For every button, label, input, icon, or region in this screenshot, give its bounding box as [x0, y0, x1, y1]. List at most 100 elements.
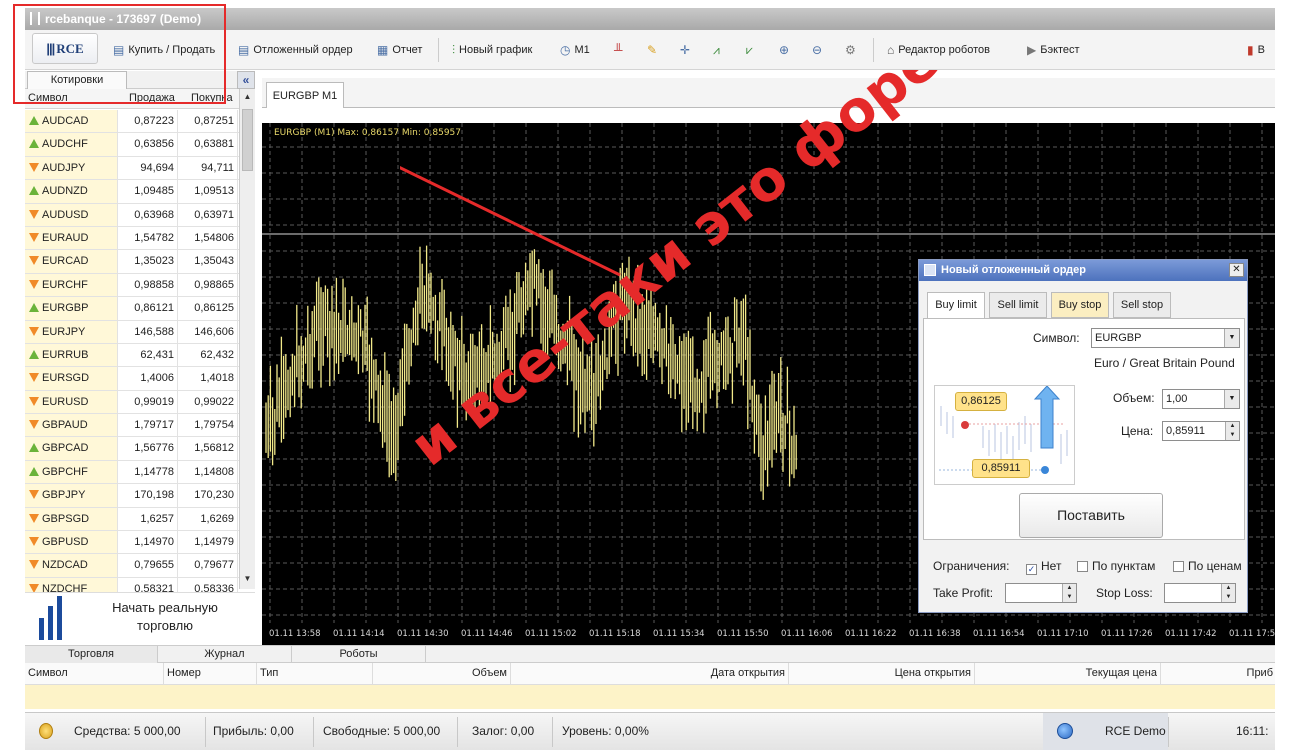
timeframe-button[interactable]: ◷ M1 — [560, 41, 590, 59]
stop-loss-stepper[interactable]: ▲ ▼ — [1164, 583, 1236, 603]
quote-buy-price[interactable]: 1,79754 — [178, 414, 238, 437]
quote-row[interactable]: NZDCHF 0,58321 0,58336 — [25, 577, 239, 592]
new-chart-button[interactable]: ⫶ Новый график — [452, 41, 532, 59]
quote-row[interactable]: GBPUSD 1,14970 1,14979 — [25, 531, 239, 555]
quote-sell-price[interactable]: 1,14970 — [118, 531, 178, 554]
quote-sell-price[interactable]: 0,86121 — [118, 297, 178, 320]
quote-buy-price[interactable]: 0,79677 — [178, 554, 238, 577]
col-open-price[interactable]: Цена открытия — [789, 663, 975, 685]
quote-sell-price[interactable]: 170,198 — [118, 484, 178, 507]
pending-order-button[interactable]: ▤ Отложенный ордер — [238, 41, 353, 59]
tab-trading[interactable]: Торговля — [25, 646, 158, 663]
quote-sell-price[interactable]: 1,56776 — [118, 437, 178, 460]
tab-buy-limit[interactable]: Buy limit — [927, 292, 985, 320]
col-type[interactable]: Тип — [257, 663, 373, 685]
quote-buy-price[interactable]: 0,98865 — [178, 273, 238, 297]
quote-buy-price[interactable]: 146,606 — [178, 320, 238, 343]
quote-buy-price[interactable]: 1,35043 — [178, 250, 238, 273]
quote-row[interactable]: EURJPY 146,588 146,606 — [25, 320, 239, 344]
checkbox-icon[interactable] — [1077, 561, 1088, 572]
quote-sell-price[interactable]: 1,54782 — [118, 226, 178, 250]
crosshair-button[interactable]: ✛ — [680, 41, 694, 59]
quote-buy-price[interactable]: 0,63881 — [178, 133, 238, 156]
quote-sell-price[interactable]: 0,79655 — [118, 554, 178, 577]
remove-indicator-button[interactable]: ⩗ — [746, 41, 757, 59]
quote-row[interactable]: GBPCHF 1,14778 1,14808 — [25, 460, 239, 485]
quote-buy-price[interactable]: 1,09513 — [178, 180, 238, 203]
option-points[interactable]: По пунктам — [1077, 559, 1155, 573]
cut-off-button[interactable]: ▮ В — [1247, 41, 1265, 59]
quote-buy-price[interactable]: 0,63971 — [178, 203, 238, 226]
tab-eurgbp-m1[interactable]: EURGBP M1 — [266, 82, 344, 108]
chart-type-button[interactable]: ╨ — [614, 41, 627, 59]
stepper-arrows-icon[interactable]: ▲ ▼ — [1225, 422, 1239, 440]
quote-row[interactable]: GBPJPY 170,198 170,230 — [25, 484, 239, 508]
symbol-select[interactable]: EURGBP ▼ — [1091, 328, 1240, 348]
quote-row[interactable]: EURCAD 1,35023 1,35043 — [25, 250, 239, 274]
col-profit[interactable]: Приб — [1161, 663, 1275, 685]
quote-buy-price[interactable]: 94,711 — [178, 156, 238, 180]
quote-row[interactable]: GBPCAD 1,56776 1,56812 — [25, 437, 239, 461]
quote-row[interactable]: AUDCAD 0,87223 0,87251 — [25, 110, 239, 134]
quote-sell-price[interactable]: 62,431 — [118, 343, 178, 367]
quote-row[interactable]: AUDCHF 0,63856 0,63881 — [25, 133, 239, 157]
quote-sell-price[interactable]: 1,09485 — [118, 180, 178, 203]
quote-row[interactable]: AUDJPY 94,694 94,711 — [25, 156, 239, 181]
quote-sell-price[interactable]: 1,4006 — [118, 367, 178, 390]
quote-buy-price[interactable]: 1,14808 — [178, 460, 238, 484]
scroll-up-icon[interactable]: ▲ — [242, 91, 253, 103]
quote-row[interactable]: AUDNZD 1,09485 1,09513 — [25, 180, 239, 204]
start-real-trading-button[interactable]: Начать реальную торговлю — [25, 592, 255, 642]
quote-sell-price[interactable]: 0,58321 — [118, 577, 178, 592]
robot-editor-button[interactable]: ⌂ Редактор роботов — [887, 41, 990, 59]
quote-buy-price[interactable]: 1,14979 — [178, 531, 238, 554]
quote-sell-price[interactable]: 94,694 — [118, 156, 178, 180]
quote-sell-price[interactable]: 1,6257 — [118, 507, 178, 531]
quote-row[interactable]: GBPSGD 1,6257 1,6269 — [25, 507, 239, 532]
option-prices[interactable]: По ценам — [1173, 559, 1242, 573]
quote-buy-price[interactable]: 0,99022 — [178, 390, 238, 414]
quote-sell-price[interactable]: 0,63968 — [118, 203, 178, 226]
quote-sell-price[interactable]: 1,35023 — [118, 250, 178, 273]
price-stepper[interactable]: 0,85911 ▲ ▼ — [1162, 421, 1240, 441]
quote-row[interactable]: EURSGD 1,4006 1,4018 — [25, 367, 239, 391]
take-profit-stepper[interactable]: ▲ ▼ — [1005, 583, 1077, 603]
draw-pencil-button[interactable]: ✎ — [647, 41, 661, 59]
quote-buy-price[interactable]: 0,58336 — [178, 577, 238, 592]
quote-row[interactable]: EURGBP 0,86121 0,86125 — [25, 297, 239, 321]
quote-buy-price[interactable]: 1,56812 — [178, 437, 238, 460]
backtest-button[interactable]: ▶ Бэктест — [1027, 41, 1080, 59]
quote-sell-price[interactable]: 0,63856 — [118, 133, 178, 156]
col-number[interactable]: Номер — [164, 663, 257, 685]
tab-sell-limit[interactable]: Sell limit — [989, 292, 1047, 318]
quote-row[interactable]: AUDUSD 0,63968 0,63971 — [25, 203, 239, 227]
col-current-price[interactable]: Текущая цена — [975, 663, 1161, 685]
chevron-down-icon[interactable]: ▼ — [1224, 329, 1239, 347]
quote-sell-price[interactable]: 0,87223 — [118, 110, 178, 133]
option-none[interactable]: ✓ Нет — [1026, 559, 1061, 575]
quote-buy-price[interactable]: 1,54806 — [178, 226, 238, 250]
checkbox-checked-icon[interactable]: ✓ — [1026, 564, 1037, 575]
col-symbol[interactable]: Символ — [25, 663, 164, 685]
quote-row[interactable]: EURRUB 62,431 62,432 — [25, 343, 239, 368]
quote-sell-price[interactable]: 146,588 — [118, 320, 178, 343]
quote-buy-price[interactable]: 170,230 — [178, 484, 238, 507]
quote-row[interactable]: GBPAUD 1,79717 1,79754 — [25, 414, 239, 438]
volume-chevron-down-icon[interactable]: ▼ — [1224, 390, 1239, 408]
settings-button[interactable]: ⚙ — [845, 41, 860, 59]
quote-buy-price[interactable]: 0,87251 — [178, 110, 238, 133]
quote-sell-price[interactable]: 0,99019 — [118, 390, 178, 414]
stepper-arrows-icon[interactable]: ▲ ▼ — [1062, 584, 1076, 602]
tab-robots[interactable]: Роботы — [292, 646, 426, 663]
quote-row[interactable]: EURCHF 0,98858 0,98865 — [25, 273, 239, 298]
col-open-date[interactable]: Дата открытия — [511, 663, 789, 685]
close-icon[interactable]: ✕ — [1229, 263, 1244, 277]
tab-journal[interactable]: Журнал — [158, 646, 292, 663]
collapse-panel-button[interactable]: « — [237, 71, 255, 89]
scrollbar-thumb[interactable] — [242, 109, 253, 171]
tab-buy-stop[interactable]: Buy stop — [1051, 292, 1109, 318]
quote-buy-price[interactable]: 0,86125 — [178, 297, 238, 320]
quote-buy-price[interactable]: 62,432 — [178, 343, 238, 367]
quotes-scrollbar[interactable]: ▲ ▼ — [239, 89, 255, 589]
add-indicator-button[interactable]: ⩘ — [713, 41, 724, 59]
